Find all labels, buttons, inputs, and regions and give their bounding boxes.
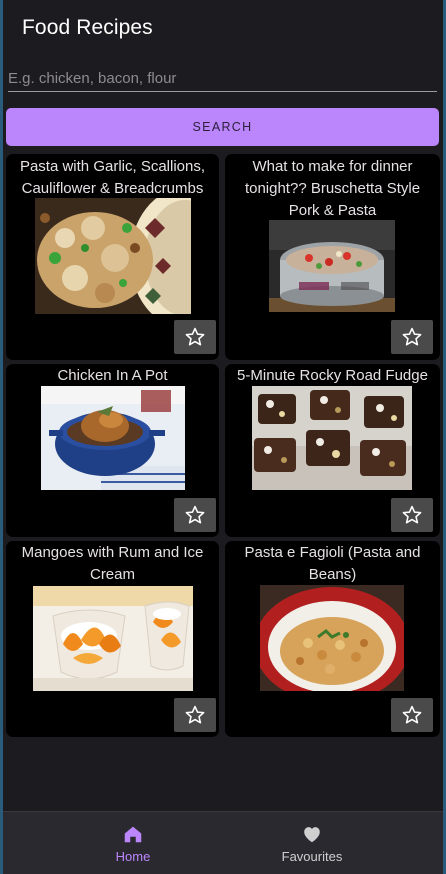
nav-item-home[interactable]: Home: [43, 812, 223, 874]
recipe-title: Pasta with Garlic, Scallions, Cauliflowe…: [19, 158, 206, 197]
heart-icon: [304, 827, 320, 843]
favourite-button[interactable]: [174, 320, 216, 354]
recipe-title: 5-Minute Rocky Road Fudge: [237, 367, 428, 384]
nav-item-favourites[interactable]: Favourites: [222, 812, 402, 874]
recipe-title: Chicken In A Pot: [57, 367, 168, 384]
recipe-card[interactable]: Mangoes with Rum and Ice Cream: [6, 541, 219, 737]
favourite-button[interactable]: [174, 698, 216, 732]
nav-label-home: Home: [115, 849, 151, 864]
star-outline-icon: [402, 705, 422, 724]
star-outline-icon: [402, 327, 422, 346]
favourite-button[interactable]: [391, 320, 433, 354]
favourite-button[interactable]: [391, 498, 433, 532]
star-outline-icon: [402, 505, 422, 524]
favourite-button[interactable]: [174, 498, 216, 532]
recipe-image: [260, 585, 404, 691]
home-icon: [124, 826, 142, 843]
recipe-card[interactable]: Pasta e Fagioli (Pasta and Beans): [225, 541, 440, 737]
search-input[interactable]: [8, 66, 437, 92]
recipe-title: Mangoes with Rum and Ice Cream: [21, 544, 204, 583]
app-title: Food Recipes: [22, 16, 153, 39]
star-outline-icon: [185, 705, 205, 724]
favourite-button[interactable]: [391, 698, 433, 732]
recipe-title: What to make for dinner tonight?? Brusch…: [244, 158, 421, 219]
recipe-image: [41, 386, 185, 490]
recipe-image: [252, 386, 412, 490]
recipe-image: [35, 198, 191, 314]
recipe-image: [33, 586, 193, 691]
recipe-card[interactable]: Chicken In A Pot: [6, 364, 219, 537]
search-button[interactable]: SEARCH: [6, 108, 439, 146]
recipe-title: Pasta e Fagioli (Pasta and Beans): [244, 544, 421, 583]
star-outline-icon: [185, 505, 205, 524]
recipe-card[interactable]: 5-Minute Rocky Road Fudge: [225, 364, 440, 537]
bottom-navigation: Home Favourites: [0, 811, 446, 874]
nav-label-favourites: Favourites: [281, 849, 343, 864]
recipe-image: [269, 220, 395, 312]
star-outline-icon: [185, 327, 205, 346]
recipe-card[interactable]: Pasta with Garlic, Scallions, Cauliflowe…: [6, 154, 219, 360]
recipe-card[interactable]: What to make for dinner tonight?? Brusch…: [225, 154, 440, 360]
